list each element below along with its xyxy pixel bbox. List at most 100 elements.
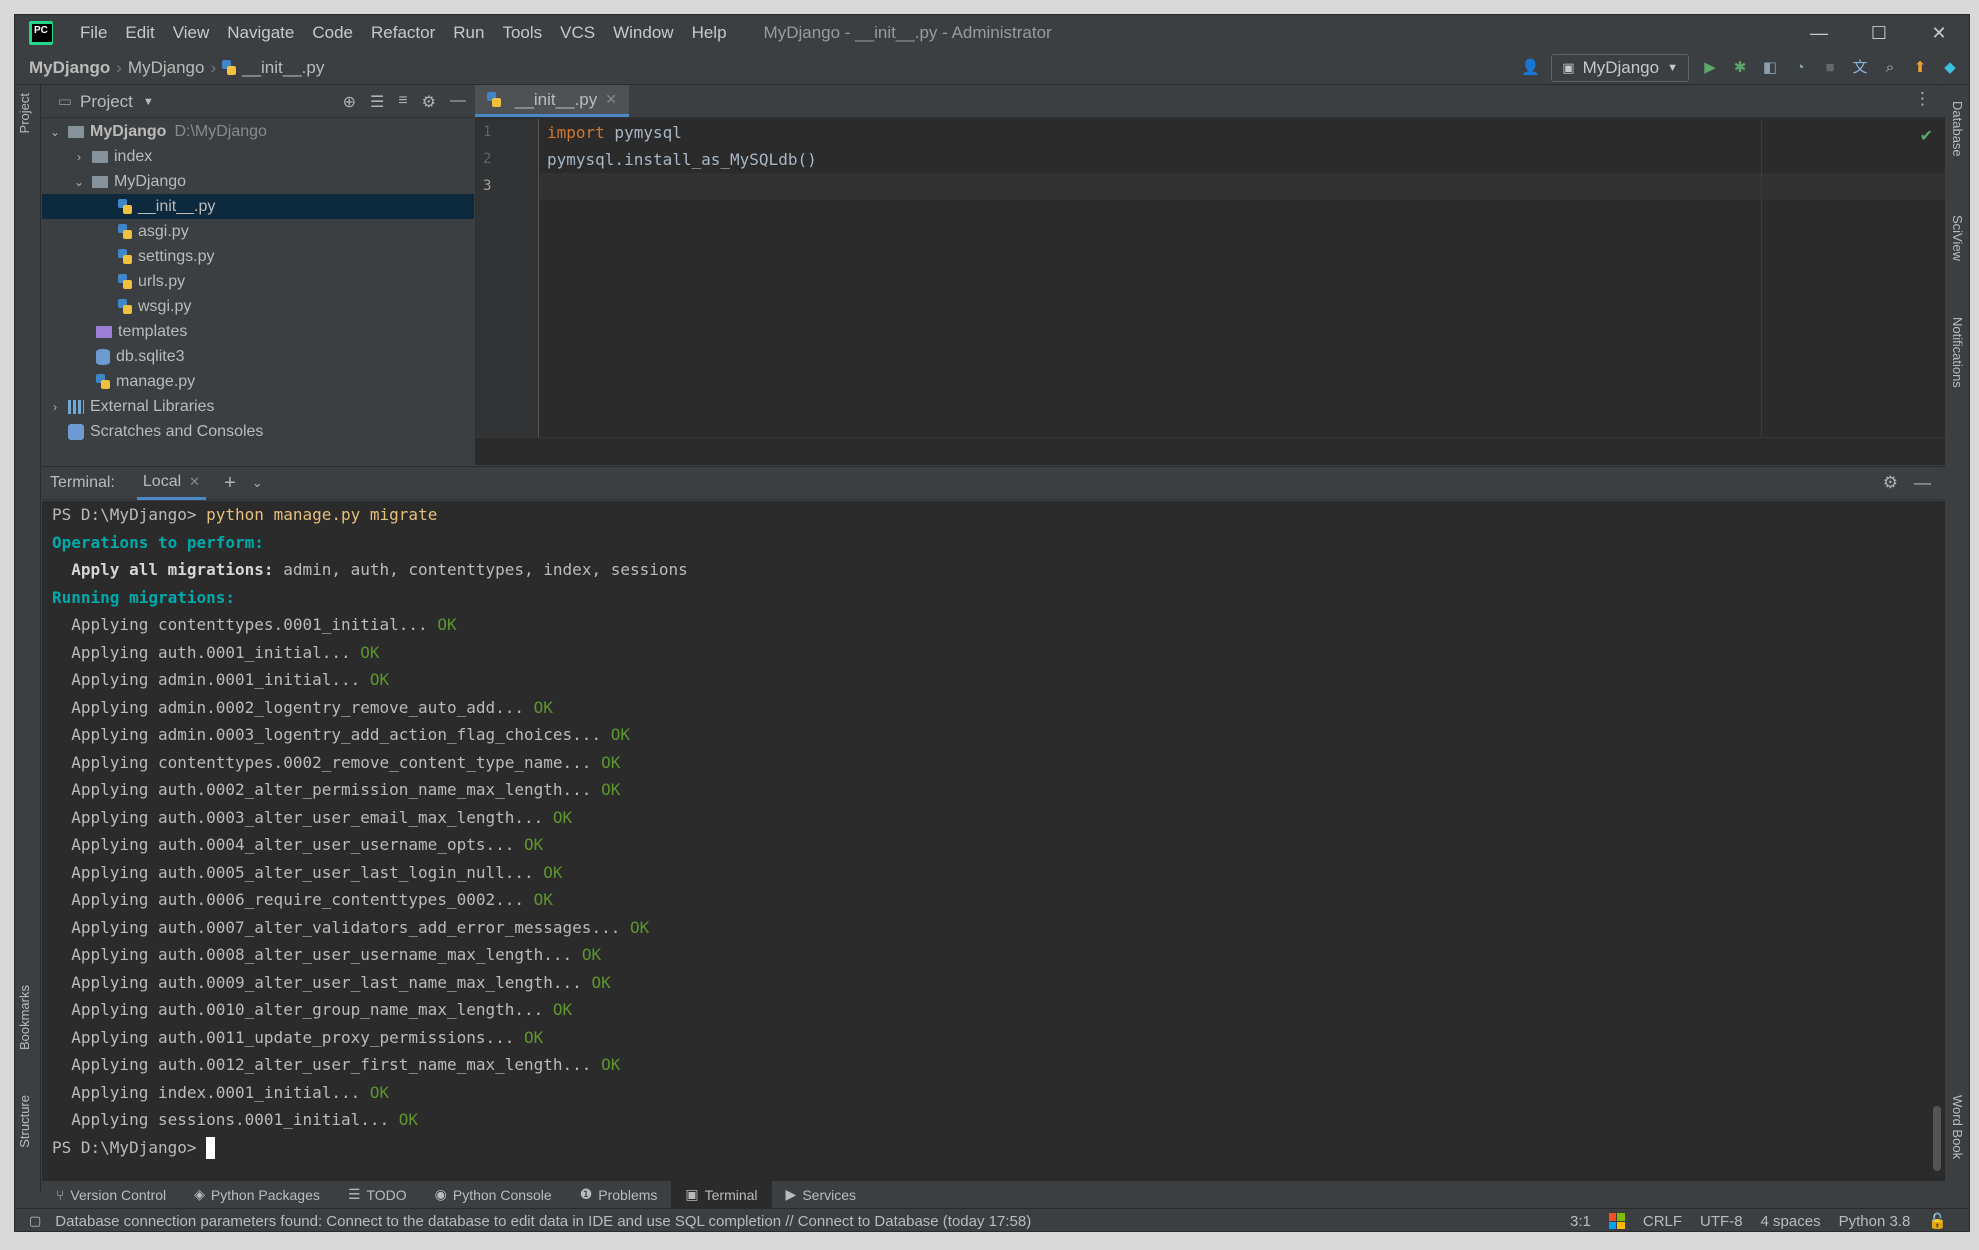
tree-item-label: asgi.py xyxy=(138,222,189,240)
toolwindow-todo[interactable]: ☰ TODO xyxy=(334,1181,421,1209)
tree-item-wsgi-py[interactable]: wsgi.py xyxy=(42,294,474,319)
gear-icon[interactable]: ⚙ xyxy=(422,92,436,112)
more-icon[interactable]: ⋮ xyxy=(1914,89,1931,109)
breadcrumb-folder[interactable]: MyDjango xyxy=(128,58,205,78)
menu-navigate[interactable]: Navigate xyxy=(218,23,303,43)
tree-item-manage-py[interactable]: manage.py xyxy=(42,369,474,394)
chevron-down-icon[interactable]: ⌄ xyxy=(48,125,62,139)
tree-item-db-sqlite3[interactable]: db.sqlite3 xyxy=(42,344,474,369)
search-icon[interactable]: ⌕ xyxy=(1881,59,1899,77)
close-icon[interactable]: ✕ xyxy=(605,91,617,108)
minimize-button[interactable]: — xyxy=(1789,15,1849,51)
python-interpreter[interactable]: Python 3.8 xyxy=(1839,1213,1911,1230)
new-terminal-icon[interactable]: + xyxy=(224,472,236,495)
chevron-down-icon[interactable]: ⌄ xyxy=(72,175,86,189)
sidebar-tab-project[interactable]: Project xyxy=(17,93,32,133)
code-keyword: import xyxy=(547,123,605,142)
windows-logo-icon[interactable] xyxy=(1608,1213,1625,1229)
editor-tab-label: __init__.py xyxy=(515,89,598,109)
menu-help[interactable]: Help xyxy=(683,23,736,43)
menu-view[interactable]: View xyxy=(164,23,219,43)
sidebar-tab-database[interactable]: Database xyxy=(1950,101,1965,157)
profile-icon[interactable]: ◔ xyxy=(1791,59,1809,77)
code-with-me-icon[interactable]: ◆ xyxy=(1941,59,1959,77)
user-icon[interactable]: 👤 xyxy=(1521,59,1540,77)
menu-window[interactable]: Window xyxy=(604,23,682,43)
menu-edit[interactable]: Edit xyxy=(116,23,163,43)
toggle-panels-icon[interactable]: ▢ xyxy=(29,1213,41,1229)
tree-item-index[interactable]: › index xyxy=(42,144,474,169)
indent-setting[interactable]: 4 spaces xyxy=(1761,1213,1821,1230)
code-text: pymysql xyxy=(604,123,682,142)
locate-icon[interactable]: ⊕ xyxy=(343,92,356,112)
close-window-button[interactable]: ✕ xyxy=(1909,15,1969,51)
title-bar: File Edit View Navigate Code Refactor Ru… xyxy=(15,15,1969,51)
toolwindow-problems[interactable]: ❶ Problems xyxy=(566,1181,672,1209)
chevron-right-icon[interactable]: › xyxy=(48,400,62,414)
line-separator[interactable]: CRLF xyxy=(1643,1213,1682,1230)
coverage-icon[interactable]: ◧ xyxy=(1761,59,1779,77)
toolwindow-terminal[interactable]: ▣ Terminal xyxy=(671,1180,772,1209)
toolwindow-services[interactable]: ▶ Services xyxy=(772,1181,870,1209)
no-problems-check-icon[interactable]: ✔ xyxy=(1920,126,1933,146)
menu-run[interactable]: Run xyxy=(444,23,493,43)
translate-icon[interactable]: 文 xyxy=(1851,59,1869,77)
stop-icon[interactable]: ■ xyxy=(1821,59,1839,77)
menu-code[interactable]: Code xyxy=(303,23,362,43)
tree-item-asgi-py[interactable]: asgi.py xyxy=(42,219,474,244)
terminal-scrollbar[interactable] xyxy=(1933,1106,1941,1171)
menu-file[interactable]: File xyxy=(71,23,116,43)
toolwindow-version-control[interactable]: ⑂ Version Control xyxy=(42,1181,180,1209)
tree-item-urls-py[interactable]: urls.py xyxy=(42,269,474,294)
tree-item-settings-py[interactable]: settings.py xyxy=(42,244,474,269)
tree-item-label: wsgi.py xyxy=(138,297,192,315)
django-icon: ▣ xyxy=(1562,60,1575,75)
editor-tab-init-py[interactable]: __init__.py ✕ xyxy=(475,85,629,117)
sidebar-tab-bookmarks[interactable]: Bookmarks xyxy=(17,985,32,1050)
maximize-button[interactable]: ☐ xyxy=(1849,15,1909,51)
migration-text: Applying auth.0011_update_proxy_permissi… xyxy=(71,1027,515,1047)
tree-item-init-py[interactable]: __init__.py xyxy=(42,194,474,219)
code-area[interactable]: import pymysql pymysql.install_as_MySQLd… xyxy=(539,119,1945,437)
chevron-right-icon[interactable]: › xyxy=(72,150,86,164)
toolwindow-python-packages[interactable]: ◈ Python Packages xyxy=(180,1181,334,1209)
menu-tools[interactable]: Tools xyxy=(493,23,551,43)
lock-icon[interactable]: 🔓 xyxy=(1928,1212,1947,1230)
sidebar-tab-word-book[interactable]: Word Book xyxy=(1950,1095,1965,1159)
chevron-down-icon[interactable]: ▼ xyxy=(143,96,154,108)
menu-vcs[interactable]: VCS xyxy=(551,23,604,43)
run-icon[interactable]: ▶ xyxy=(1701,59,1719,77)
tree-item-templates[interactable]: templates xyxy=(42,319,474,344)
services-icon: ▶ xyxy=(785,1186,797,1202)
tree-item-scratches[interactable]: Scratches and Consoles xyxy=(42,419,474,444)
editor-horizontal-scrollbar[interactable] xyxy=(475,437,1945,465)
caret-position[interactable]: 3:1 xyxy=(1570,1213,1591,1230)
expand-all-icon[interactable]: ☰ xyxy=(370,92,384,112)
tree-item-external-libraries[interactable]: › External Libraries xyxy=(42,394,474,419)
file-encoding[interactable]: UTF-8 xyxy=(1700,1213,1743,1230)
tree-item-mydjango[interactable]: ⌄ MyDjango xyxy=(42,169,474,194)
terminal-tab-local[interactable]: Local ✕ xyxy=(136,466,207,500)
collapse-all-icon[interactable]: ≡ xyxy=(398,92,407,112)
run-configuration-select[interactable]: ▣ MyDjango ▼ xyxy=(1551,54,1689,82)
tree-item-root[interactable]: ⌄ MyDjango D:\MyDjango xyxy=(42,119,474,144)
breadcrumb-project[interactable]: MyDjango xyxy=(29,58,110,78)
update-icon[interactable]: ⬆ xyxy=(1911,59,1929,77)
project-panel-title[interactable]: Project xyxy=(80,92,133,112)
sidebar-tab-sciview[interactable]: SciView xyxy=(1950,215,1965,261)
terminal-output[interactable]: PS D:\MyDjango> python manage.py migrate… xyxy=(42,501,1945,1193)
hide-icon[interactable]: — xyxy=(450,92,466,112)
debug-icon[interactable]: ✱ xyxy=(1731,59,1749,77)
status-message[interactable]: Database connection parameters found: Co… xyxy=(55,1213,1031,1230)
hide-icon[interactable]: — xyxy=(1914,473,1931,493)
breadcrumb-file[interactable]: __init__.py xyxy=(242,58,324,78)
python-console-icon: ◉ xyxy=(434,1186,447,1202)
terminal-command: python manage.py migrate xyxy=(206,505,438,524)
toolwindow-python-console[interactable]: ◉ Python Console xyxy=(421,1181,566,1209)
sidebar-tab-notifications[interactable]: Notifications xyxy=(1950,317,1965,388)
menu-refactor[interactable]: Refactor xyxy=(362,23,444,43)
sidebar-tab-structure[interactable]: Structure xyxy=(17,1095,32,1148)
close-icon[interactable]: ✕ xyxy=(189,474,200,490)
gear-icon[interactable]: ⚙ xyxy=(1883,473,1898,493)
chevron-down-icon[interactable]: ⌄ xyxy=(252,475,263,491)
